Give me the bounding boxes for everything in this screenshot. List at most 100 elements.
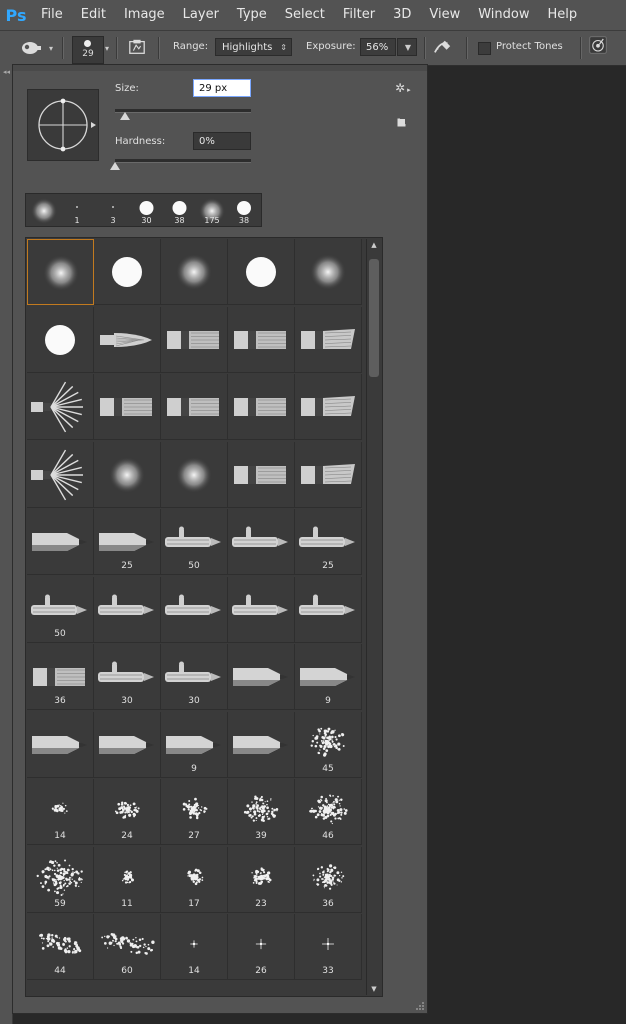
brush-preset-cell[interactable]: 25 xyxy=(94,509,161,575)
brush-preset-cell[interactable]: 23 xyxy=(228,846,295,913)
brush-preset-cell[interactable]: 30 xyxy=(161,644,228,710)
brush-preset-cell[interactable] xyxy=(94,711,161,778)
hardness-slider-track[interactable] xyxy=(115,159,251,163)
grid-scrollbar[interactable]: ▲ ▼ xyxy=(366,239,381,995)
brush-preset-cell[interactable]: 45 xyxy=(295,711,362,778)
brush-preset-cell[interactable] xyxy=(228,576,295,643)
recent-brush[interactable] xyxy=(28,194,60,226)
brush-preset-cell[interactable]: 36 xyxy=(295,846,362,913)
recent-brush[interactable]: 38 xyxy=(163,194,196,226)
brush-preset-cell[interactable]: 14 xyxy=(27,779,94,845)
exposure-input[interactable]: 56% xyxy=(360,38,396,56)
brush-preset-cell[interactable] xyxy=(27,711,94,778)
brush-preset-cell[interactable] xyxy=(27,306,94,373)
brush-preset-cell[interactable] xyxy=(228,644,295,710)
brush-preset-cell[interactable] xyxy=(27,239,94,305)
scroll-up-arrow-icon[interactable]: ▲ xyxy=(367,239,381,251)
brush-preset-cell[interactable]: 17 xyxy=(161,846,228,913)
menu-filter[interactable]: Filter xyxy=(334,0,384,30)
menu-edit[interactable]: Edit xyxy=(72,0,115,30)
size-input[interactable]: 29 px xyxy=(193,79,251,97)
brush-preset-cell[interactable] xyxy=(161,374,228,440)
brush-preset-cell[interactable] xyxy=(228,509,295,575)
brush-preset-cell[interactable]: 33 xyxy=(295,914,362,980)
brush-preset-cell[interactable]: 30 xyxy=(94,644,161,710)
brush-preset-cell[interactable]: 14 xyxy=(161,914,228,980)
protect-tones-checkbox[interactable] xyxy=(478,42,491,55)
brush-preset-cell[interactable]: 11 xyxy=(94,846,161,913)
range-select[interactable]: Highlights ⇕ xyxy=(215,38,292,56)
size-slider-track[interactable] xyxy=(115,109,251,113)
brush-preset-cell[interactable] xyxy=(27,441,94,508)
brush-preset-cell[interactable]: 24 xyxy=(94,779,161,845)
brush-preset-cell[interactable] xyxy=(94,576,161,643)
brush-picker-chevron-icon[interactable]: ▾ xyxy=(102,37,112,61)
menu-file[interactable]: File xyxy=(32,0,72,30)
recent-brush[interactable]: 175 xyxy=(196,194,228,226)
menu-select[interactable]: Select xyxy=(276,0,334,30)
brush-preset-cell[interactable] xyxy=(228,306,295,373)
brush-preset-cell[interactable] xyxy=(295,441,362,508)
menu-window[interactable]: Window xyxy=(469,0,538,30)
brush-preset-cell[interactable]: 9 xyxy=(295,644,362,710)
brush-preset-cell[interactable]: 26 xyxy=(228,914,295,980)
recent-brush[interactable]: 3 xyxy=(96,194,130,226)
brush-preset-cell[interactable] xyxy=(295,306,362,373)
collapse-arrows-icon[interactable]: ◂◂ xyxy=(3,68,10,76)
brush-preset-picker[interactable]: 29 xyxy=(72,36,104,64)
brush-preset-cell[interactable]: 44 xyxy=(27,914,94,980)
scrollbar-thumb[interactable] xyxy=(369,259,379,377)
brush-preset-cell[interactable] xyxy=(161,306,228,373)
brush-panel-toggle-icon[interactable] xyxy=(126,38,148,56)
recent-brush[interactable]: 30 xyxy=(130,194,163,226)
pressure-size-icon[interactable] xyxy=(587,36,609,54)
hardness-input[interactable]: 0% xyxy=(193,132,251,150)
brush-preset-cell[interactable] xyxy=(161,441,228,508)
menu-type[interactable]: Type xyxy=(228,0,276,30)
airbrush-toggle-icon[interactable] xyxy=(432,38,454,56)
hardness-slider-thumb[interactable] xyxy=(110,162,120,170)
menu-help[interactable]: Help xyxy=(539,0,587,30)
brush-preset-cell[interactable] xyxy=(295,576,362,643)
brush-preset-cell[interactable]: 9 xyxy=(161,711,228,778)
brush-preset-cell[interactable]: 60 xyxy=(94,914,161,980)
brush-preset-cell[interactable] xyxy=(94,441,161,508)
brush-preset-cell[interactable] xyxy=(27,509,94,575)
brush-preset-cell[interactable]: 59 xyxy=(27,846,94,913)
new-preset-icon[interactable] xyxy=(397,117,407,127)
brush-preset-cell[interactable]: 46 xyxy=(295,779,362,845)
brush-preset-cell[interactable]: 39 xyxy=(228,779,295,845)
recent-brush[interactable]: 1 xyxy=(60,194,94,226)
brush-preset-cell[interactable]: 36 xyxy=(27,644,94,710)
brush-preset-cell[interactable]: 27 xyxy=(161,779,228,845)
fan-bristle-icon xyxy=(31,449,83,500)
brush-tip-angle-preview[interactable] xyxy=(27,89,99,161)
brush-preset-cell[interactable]: 50 xyxy=(161,509,228,575)
brush-preset-cell[interactable] xyxy=(161,239,228,305)
brush-preset-cell[interactable] xyxy=(94,239,161,305)
recent-brush[interactable]: 38 xyxy=(228,194,260,226)
brush-preset-cell[interactable] xyxy=(228,711,295,778)
brush-preset-cell[interactable] xyxy=(295,374,362,440)
brush-preset-cell[interactable]: 25 xyxy=(295,509,362,575)
scroll-down-arrow-icon[interactable]: ▼ xyxy=(367,983,381,995)
brush-preset-cell[interactable] xyxy=(27,374,94,440)
exposure-dropdown[interactable]: ▼ xyxy=(397,38,417,56)
brush-preset-cell[interactable] xyxy=(228,441,295,508)
brush-preset-cell[interactable] xyxy=(228,374,295,440)
brush-preset-cell[interactable] xyxy=(94,306,161,373)
menu-view[interactable]: View xyxy=(420,0,469,30)
size-slider-thumb[interactable] xyxy=(119,112,130,120)
tool-preset-chevron-icon[interactable]: ▾ xyxy=(46,37,56,61)
brush-preset-cell[interactable] xyxy=(295,239,362,305)
dodge-tool-icon[interactable] xyxy=(20,39,42,57)
brush-preset-cell[interactable] xyxy=(161,576,228,643)
gear-icon[interactable]: ✲ ▸ xyxy=(395,81,411,95)
resize-grip-icon[interactable] xyxy=(415,1001,425,1011)
brush-preset-cell[interactable] xyxy=(228,239,295,305)
menu-image[interactable]: Image xyxy=(115,0,174,30)
menu-3d[interactable]: 3D xyxy=(384,0,420,30)
brush-preset-cell[interactable]: 50 xyxy=(27,576,94,643)
menu-layer[interactable]: Layer xyxy=(174,0,228,30)
brush-preset-cell[interactable] xyxy=(94,374,161,440)
